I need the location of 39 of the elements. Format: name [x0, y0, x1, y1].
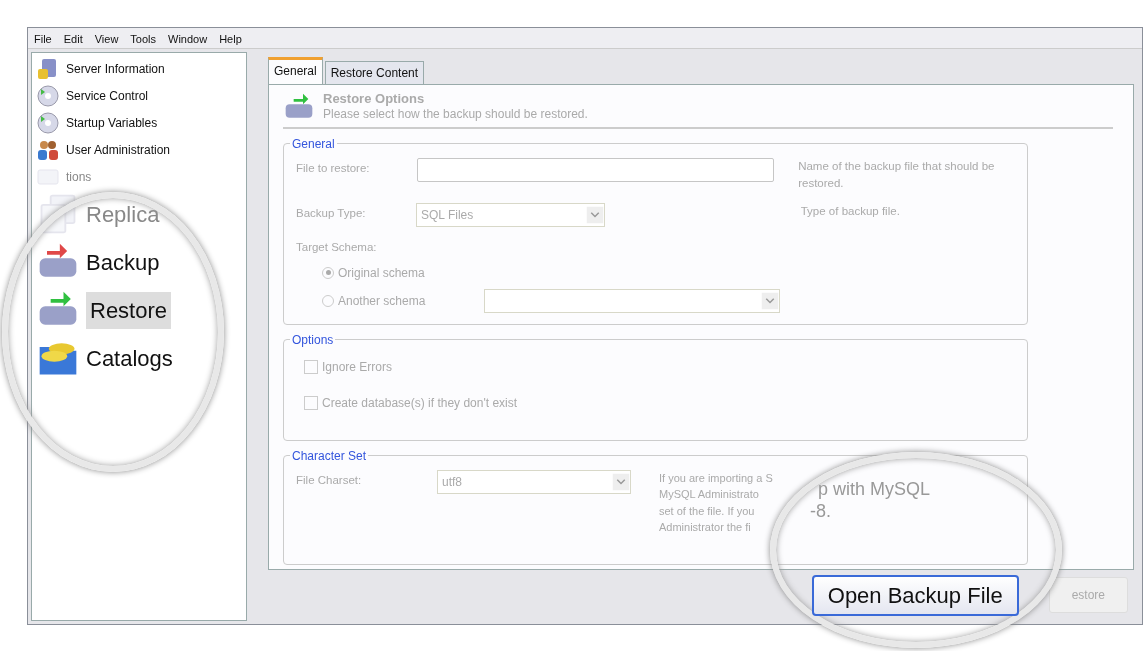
tab[interactable]: Restore Content	[324, 61, 425, 84]
disc-icon	[36, 83, 60, 108]
disc-icon	[36, 110, 60, 135]
header-subtitle: Please select how the backup should be restored.	[323, 106, 588, 123]
sidebar-item[interactable]: Backup	[86, 245, 160, 279]
header-title: Restore Options	[323, 91, 426, 105]
field-label: Target Schema:	[296, 239, 378, 255]
field-label: File to restore:	[296, 161, 371, 176]
caret-icon	[586, 205, 605, 224]
menu-item[interactable]: Window	[168, 31, 208, 45]
help-text: If you are importing a S	[659, 470, 773, 486]
tab[interactable]: General	[268, 57, 323, 84]
magnified-text: -8.	[810, 500, 831, 523]
field-label: Backup Type:	[296, 205, 367, 221]
menu-item[interactable]: View	[94, 31, 119, 45]
sidebar-item[interactable]: Startup Variables	[66, 113, 158, 132]
menu-item[interactable]: Help	[219, 31, 242, 45]
checkbox[interactable]	[304, 395, 318, 410]
sidebar-item[interactable]: Catalogs	[86, 341, 173, 375]
checkbox[interactable]	[304, 359, 318, 374]
caret-icon	[612, 472, 630, 491]
help-text: Name of the backup file that should be restored.	[798, 159, 996, 192]
help-text: set of the file. If you	[659, 503, 756, 519]
help-text: MySQL Administrato	[659, 487, 760, 503]
sidebar-item[interactable]: Server Information	[66, 59, 165, 78]
help-text: Administrator the fi	[659, 520, 752, 536]
menu-item[interactable]: Tools	[130, 31, 157, 45]
sidebar-item[interactable]: User Administration	[66, 140, 171, 159]
magnified-text: p with MySQL	[818, 478, 931, 501]
sidebar-item[interactable]: Service Control	[66, 86, 149, 105]
field-label: File Charset:	[296, 472, 363, 488]
menu-item[interactable]: File	[34, 31, 52, 45]
caret-icon	[761, 291, 779, 310]
sidebar-item[interactable]: Restore	[86, 291, 172, 329]
menu-item[interactable]: Edit	[63, 31, 83, 45]
open-backup-button[interactable]: Open Backup File	[811, 574, 1019, 616]
sidebar-item[interactable]: Replica	[86, 197, 160, 231]
help-text: Type of backup file.	[800, 203, 901, 219]
sidebar-item[interactable]: tions	[66, 167, 92, 186]
